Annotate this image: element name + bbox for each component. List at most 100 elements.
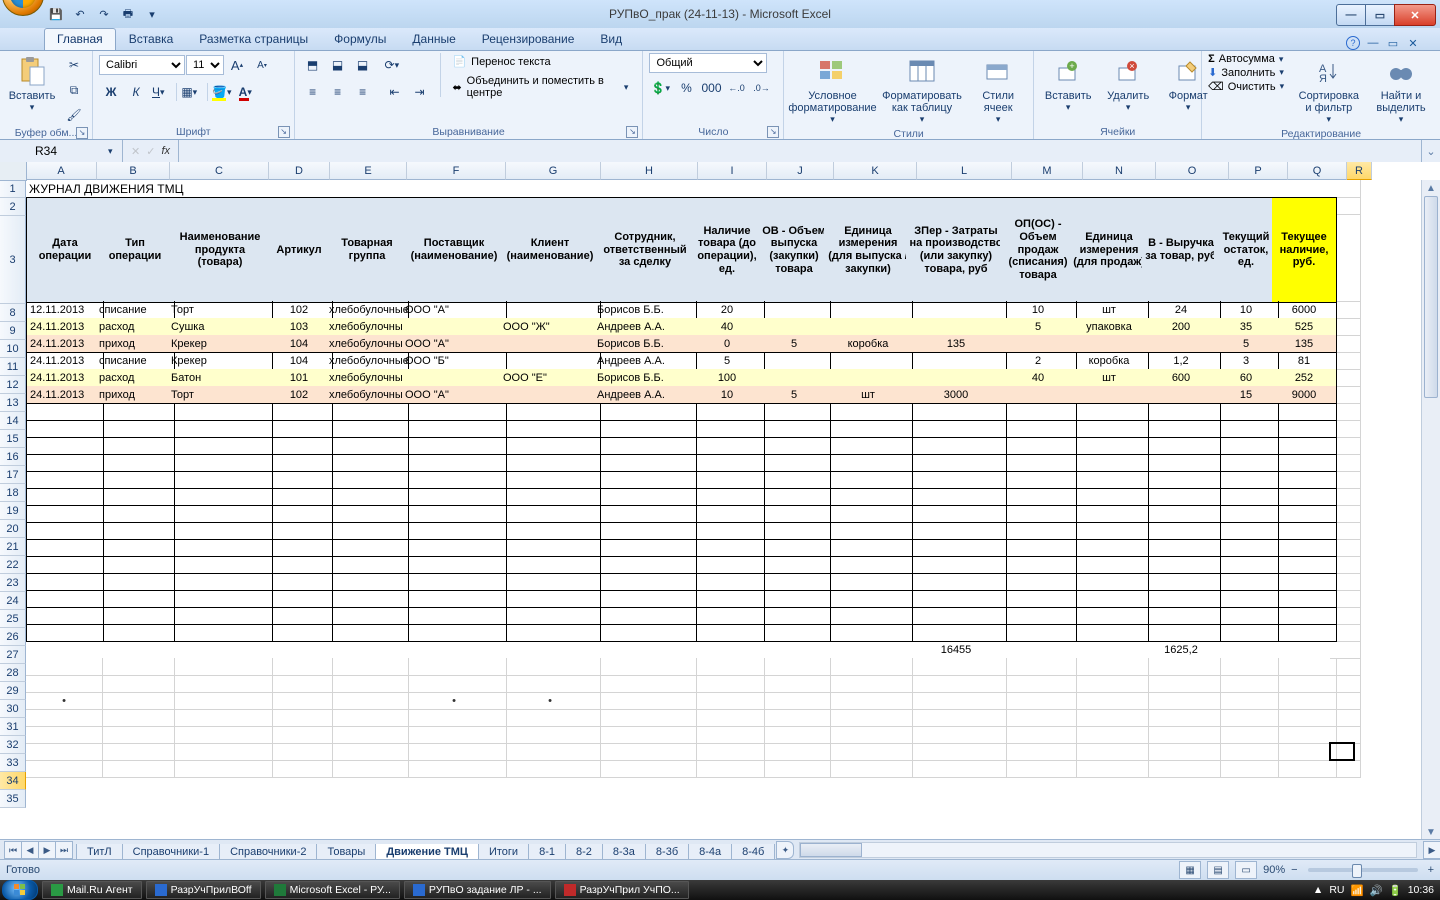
cell[interactable]: 10 [1000,301,1077,319]
cell[interactable] [906,454,1007,472]
cell[interactable] [906,403,1007,421]
cell[interactable] [594,403,697,421]
cell[interactable] [906,369,1007,387]
cell[interactable] [402,505,507,523]
cell[interactable]: 2 [1000,352,1077,370]
cell[interactable] [594,471,697,489]
cell[interactable] [824,726,913,744]
currency-icon[interactable]: 💲▾ [649,76,673,100]
cell[interactable] [266,403,333,421]
cell[interactable]: Андреев А.А. [594,386,697,404]
cell[interactable] [168,556,273,574]
hscroll-thumb[interactable] [800,843,862,857]
cell[interactable] [96,726,175,744]
cell[interactable] [906,675,1007,693]
cell[interactable]: Крекер [168,335,273,353]
cell[interactable] [402,556,507,574]
cell[interactable] [1000,675,1077,693]
fill-button[interactable]: ⬇Заполнить▾ [1208,66,1289,79]
copy-icon[interactable]: ⧉ [62,78,86,102]
cell[interactable] [758,454,831,472]
cell[interactable] [26,658,103,676]
cell[interactable] [1070,386,1149,404]
new-sheet-icon[interactable]: ✦ [776,841,794,859]
cell[interactable] [326,539,409,557]
cell[interactable] [500,607,601,625]
cell[interactable] [690,726,765,744]
cell[interactable] [906,318,1007,336]
dialog-launcher-icon[interactable]: ↘ [626,126,638,138]
cell[interactable] [1214,624,1279,642]
cell[interactable] [690,675,765,693]
cell[interactable] [1070,743,1149,761]
cell[interactable] [758,726,831,744]
cell[interactable]: • [402,692,506,709]
cell[interactable] [96,454,175,472]
cell[interactable]: • [26,692,102,709]
cell[interactable] [1214,709,1279,727]
cell[interactable] [758,505,831,523]
ribbon-tab-1[interactable]: Вставка [116,28,187,50]
cell[interactable] [758,743,831,761]
cell[interactable] [1272,522,1337,540]
cell[interactable] [1000,505,1077,523]
cell[interactable] [824,709,913,727]
cell[interactable] [1214,471,1279,489]
cell[interactable]: ООО "А" [402,301,507,319]
sheet-nav-first-icon[interactable]: ⏮ [4,841,22,859]
cell[interactable] [500,403,601,421]
cell[interactable]: Поставщик (наименование) [402,197,507,303]
cell[interactable] [1070,556,1149,574]
cell[interactable]: Единица измерения (для продаж) [1070,197,1149,303]
cell[interactable] [690,760,765,778]
cell[interactable]: 60 [1214,369,1279,387]
cell[interactable]: 103 [266,318,333,336]
cell[interactable] [26,675,103,693]
cell[interactable] [326,471,409,489]
cell[interactable]: 200 [1142,318,1221,336]
cell[interactable] [168,573,273,591]
zoom-level[interactable]: 90% [1263,864,1285,876]
dialog-launcher-icon[interactable]: ↘ [767,126,779,138]
tray-expand-icon[interactable]: ▲ [1313,884,1323,896]
cell[interactable] [758,709,831,727]
cell[interactable] [824,675,913,693]
cell[interactable] [1000,556,1077,574]
cell[interactable] [500,522,601,540]
cell[interactable] [500,488,601,506]
cell[interactable]: 1,2 [1142,352,1221,370]
cell[interactable] [906,352,1007,370]
row-header[interactable]: 9 [0,322,26,340]
cell[interactable] [26,539,104,557]
cell[interactable] [402,658,507,676]
cell[interactable] [168,743,273,761]
cell[interactable] [402,454,507,472]
cell[interactable] [594,692,697,710]
cell[interactable] [326,692,409,710]
cell[interactable]: Наличие товара (до операции), ед. [690,197,765,303]
cell[interactable] [1214,590,1279,608]
cell[interactable] [824,573,913,591]
cell[interactable] [906,539,1007,557]
cell[interactable] [594,709,697,727]
cell[interactable] [266,420,333,438]
cell[interactable] [1214,607,1279,625]
column-header[interactable]: C [170,162,269,180]
increase-indent-icon[interactable]: ⇥ [408,80,432,104]
cell[interactable] [266,471,333,489]
row-header[interactable]: 26 [0,628,26,646]
cell[interactable] [1142,471,1221,489]
cell[interactable] [1000,590,1077,608]
cell[interactable] [1142,556,1221,574]
cell[interactable]: расход [96,369,175,387]
cell[interactable]: 6000 [1272,301,1337,319]
cell[interactable]: Текущее наличие, руб. [1272,197,1337,303]
cell[interactable] [168,658,273,676]
cell[interactable] [168,522,273,540]
dialog-launcher-icon[interactable]: ↘ [76,127,88,139]
cell[interactable] [906,590,1007,608]
cell[interactable] [1000,658,1077,676]
cell[interactable] [758,437,831,455]
delete-cells-button[interactable]: ×Удалить▾ [1100,53,1156,116]
cell[interactable] [168,403,273,421]
